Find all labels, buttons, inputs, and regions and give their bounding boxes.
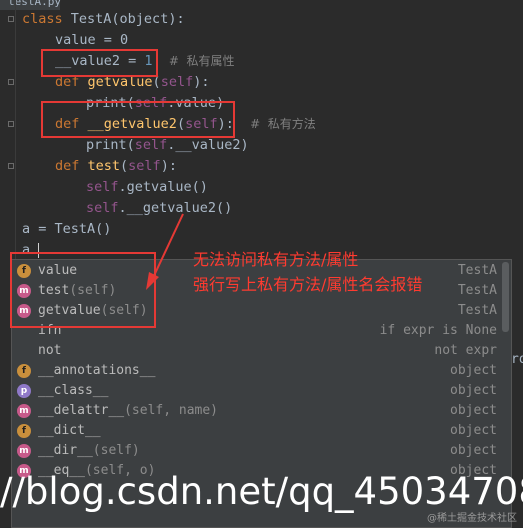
code-line-call-getvalue: self.getvalue()	[86, 179, 208, 195]
completion-item[interactable]: p __class__ object	[12, 381, 511, 401]
method-icon: m	[17, 444, 31, 458]
code-line-class: class TestA(object):	[22, 11, 185, 27]
completion-type: if expr is None	[379, 323, 497, 338]
fold-marker-icon[interactable]	[8, 163, 14, 169]
completion-name: __dict__	[38, 423, 101, 438]
highlight-private-method	[41, 101, 235, 138]
fold-marker-icon[interactable]	[8, 16, 14, 22]
completion-item[interactable]: f __annotations__ object	[12, 361, 511, 381]
code-line-value: value = 0	[55, 32, 129, 48]
completion-type: TestA	[457, 263, 497, 278]
completion-name: __class__	[38, 383, 109, 398]
completion-name: __dir__(self)	[38, 443, 140, 458]
fold-marker-icon[interactable]	[8, 79, 14, 85]
annotation-text-line1: 无法访问私有方法/属性	[193, 250, 359, 269]
code-line-print-value2: print(self.__value2)	[86, 137, 249, 153]
field-icon: f	[17, 364, 31, 378]
completion-item[interactable]: m __dir__(self) object	[12, 441, 511, 461]
completion-name: __annotations__	[38, 363, 156, 378]
method-icon: m	[17, 404, 31, 418]
highlight-private-attribute	[41, 49, 158, 77]
fold-marker-icon[interactable]	[8, 121, 14, 127]
completion-name: __delattr__(self, name)	[38, 403, 219, 418]
completion-type: not expr	[434, 343, 497, 358]
field-icon: f	[17, 424, 31, 438]
completion-type: object	[450, 363, 497, 378]
completion-type: object	[450, 443, 497, 458]
property-icon: p	[17, 384, 31, 398]
truncated-code-fragment: ro	[511, 352, 523, 367]
annotation-text-line2: 强行写上私有方法/属性名会报错	[193, 275, 423, 294]
completion-item[interactable]: m __delattr__(self, name) object	[12, 401, 511, 421]
watermark-small: @稀土掘金技术社区	[427, 513, 517, 524]
completion-item[interactable]: not not expr	[12, 341, 511, 361]
annotation-arrow-icon	[146, 213, 184, 290]
completion-type: TestA	[457, 283, 497, 298]
completion-item[interactable]: f __dict__ object	[12, 421, 511, 441]
completion-type: object	[450, 383, 497, 398]
completion-type: TestA	[457, 303, 497, 318]
code-line-assign: a = TestA()	[22, 221, 112, 237]
watermark-url: //blog.csdn.net/qq_45034708	[0, 470, 523, 513]
code-line-def-test: def test(self):	[55, 158, 177, 174]
highlight-visible-members	[10, 252, 156, 328]
completion-type: object	[450, 403, 497, 418]
completion-type: object	[450, 423, 497, 438]
completion-name: not	[38, 343, 62, 358]
